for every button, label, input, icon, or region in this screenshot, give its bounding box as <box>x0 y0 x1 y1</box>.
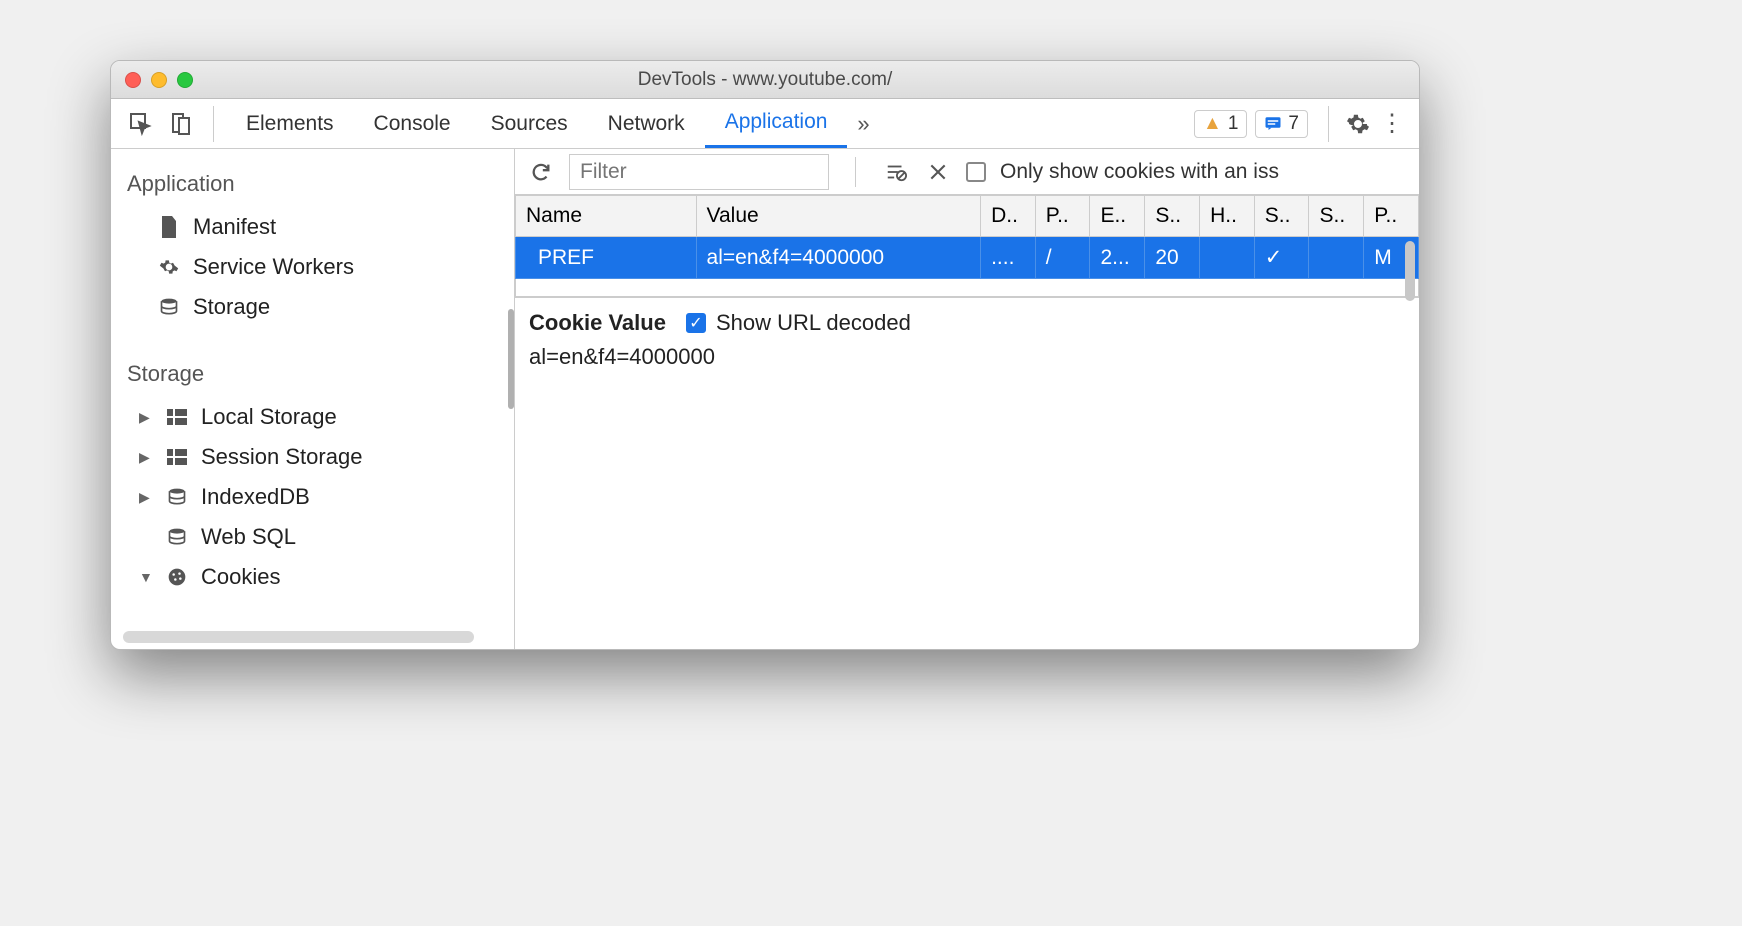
cell-expires: 2... <box>1090 237 1145 279</box>
expand-arrow-icon[interactable]: ▶ <box>139 449 153 466</box>
cookies-table-wrap: Name Value D.. P.. E.. S.. H.. S.. S.. P… <box>515 195 1419 297</box>
col-httponly[interactable]: H.. <box>1200 196 1255 237</box>
application-sidebar: Application Manifest Service Workers Sto… <box>111 149 515 649</box>
cell-size: 20 <box>1145 237 1200 279</box>
sidebar-item-storage[interactable]: Storage <box>111 287 514 327</box>
table-icon <box>165 409 189 425</box>
col-path[interactable]: P.. <box>1035 196 1090 237</box>
cell-samesite <box>1309 237 1364 279</box>
messages-count: 7 <box>1288 113 1299 135</box>
expand-arrow-icon[interactable]: ▶ <box>139 489 153 506</box>
titlebar: DevTools - www.youtube.com/ <box>111 61 1419 99</box>
cookie-detail: Cookie Value ✓ Show URL decoded al=en&f4… <box>515 297 1419 382</box>
sidebar-section-application: Application <box>111 161 514 207</box>
clear-all-icon[interactable] <box>882 158 910 186</box>
tab-network[interactable]: Network <box>588 100 705 148</box>
sidebar-item-label: Local Storage <box>201 404 337 430</box>
table-row[interactable]: PREF al=en&f4=4000000 .... / 2... 20 ✓ M <box>516 237 1419 279</box>
message-icon <box>1264 115 1282 133</box>
col-size[interactable]: S.. <box>1145 196 1200 237</box>
only-issues-label: Only show cookies with an iss <box>1000 160 1279 184</box>
close-window-button[interactable] <box>125 72 141 88</box>
sidebar-resize-handle[interactable] <box>508 309 514 409</box>
col-priority[interactable]: P.. <box>1364 196 1419 237</box>
sidebar-item-label: Storage <box>193 294 270 320</box>
sidebar-item-label: Web SQL <box>201 524 296 550</box>
cookies-toolbar: Only show cookies with an iss <box>515 149 1419 195</box>
sidebar-item-manifest[interactable]: Manifest <box>111 207 514 247</box>
devtools-tabbar: Elements Console Sources Network Applica… <box>111 99 1419 149</box>
sidebar-item-label: Manifest <box>193 214 276 240</box>
sidebar-item-service-workers[interactable]: Service Workers <box>111 247 514 287</box>
cookie-value-label: Cookie Value <box>529 310 666 336</box>
only-issues-checkbox[interactable] <box>966 162 986 182</box>
tab-sources[interactable]: Sources <box>471 100 588 148</box>
zoom-window-button[interactable] <box>177 72 193 88</box>
tabs-overflow-icon[interactable]: » <box>847 111 879 137</box>
cookie-value-text: al=en&f4=4000000 <box>529 344 1405 370</box>
messages-badge[interactable]: 7 <box>1255 110 1308 138</box>
sidebar-item-label: Cookies <box>201 564 280 590</box>
cell-name: PREF <box>516 237 697 279</box>
cell-value: al=en&f4=4000000 <box>696 237 981 279</box>
expand-arrow-icon[interactable]: ▶ <box>139 409 153 426</box>
sidebar-item-label: Service Workers <box>193 254 354 280</box>
table-header-row: Name Value D.. P.. E.. S.. H.. S.. S.. P… <box>516 196 1419 237</box>
col-secure[interactable]: S.. <box>1254 196 1309 237</box>
database-icon <box>165 527 189 547</box>
delete-icon[interactable] <box>924 158 952 186</box>
panel-body: Application Manifest Service Workers Sto… <box>111 149 1419 649</box>
cookies-table: Name Value D.. P.. E.. S.. H.. S.. S.. P… <box>515 195 1419 297</box>
sidebar-section-storage: Storage <box>111 351 514 397</box>
window-title: DevTools - www.youtube.com/ <box>111 69 1419 91</box>
database-icon <box>165 487 189 507</box>
cell-httponly <box>1200 237 1255 279</box>
inspect-element-icon[interactable] <box>121 104 161 144</box>
warnings-count: 1 <box>1228 113 1239 135</box>
device-toggle-icon[interactable] <box>161 104 201 144</box>
database-icon <box>157 297 181 317</box>
settings-icon[interactable] <box>1341 107 1375 141</box>
sidebar-item-label: IndexedDB <box>201 484 310 510</box>
more-menu-icon[interactable]: ⋮ <box>1375 107 1409 141</box>
sidebar-item-local-storage[interactable]: ▶ Local Storage <box>111 397 514 437</box>
cell-domain: .... <box>981 237 1036 279</box>
col-samesite[interactable]: S.. <box>1309 196 1364 237</box>
col-domain[interactable]: D.. <box>981 196 1036 237</box>
tab-elements[interactable]: Elements <box>226 100 354 148</box>
url-decoded-label: Show URL decoded <box>716 310 911 336</box>
tab-application[interactable]: Application <box>705 100 848 148</box>
separator <box>213 106 214 142</box>
cookie-icon <box>165 567 189 587</box>
devtools-window: DevTools - www.youtube.com/ Elements Con… <box>110 60 1420 650</box>
sidebar-item-session-storage[interactable]: ▶ Session Storage <box>111 437 514 477</box>
sidebar-scrollbar[interactable] <box>123 631 474 643</box>
warning-icon: ▲ <box>1203 113 1222 135</box>
table-icon <box>165 449 189 465</box>
sidebar-item-indexeddb[interactable]: ▶ IndexedDB <box>111 477 514 517</box>
gear-icon <box>157 257 181 277</box>
collapse-arrow-icon[interactable]: ▼ <box>139 569 153 585</box>
separator <box>1328 106 1329 142</box>
separator <box>855 157 856 187</box>
minimize-window-button[interactable] <box>151 72 167 88</box>
cookies-panel: Only show cookies with an iss Name Value… <box>515 149 1419 649</box>
cell-path: / <box>1035 237 1090 279</box>
sidebar-item-web-sql[interactable]: ▶ Web SQL <box>111 517 514 557</box>
filter-input[interactable] <box>569 154 829 190</box>
sidebar-item-label: Session Storage <box>201 444 362 470</box>
sidebar-item-cookies[interactable]: ▼ Cookies <box>111 557 514 597</box>
document-icon <box>157 216 181 238</box>
table-scrollbar[interactable] <box>1405 241 1415 301</box>
col-expires[interactable]: E.. <box>1090 196 1145 237</box>
col-value[interactable]: Value <box>696 196 981 237</box>
cell-secure: ✓ <box>1254 237 1309 279</box>
col-name[interactable]: Name <box>516 196 697 237</box>
tab-console[interactable]: Console <box>354 100 471 148</box>
table-row-empty <box>516 279 1419 297</box>
url-decoded-checkbox[interactable]: ✓ <box>686 313 706 333</box>
traffic-lights <box>125 72 193 88</box>
refresh-icon[interactable] <box>527 158 555 186</box>
warnings-badge[interactable]: ▲ 1 <box>1194 110 1247 138</box>
